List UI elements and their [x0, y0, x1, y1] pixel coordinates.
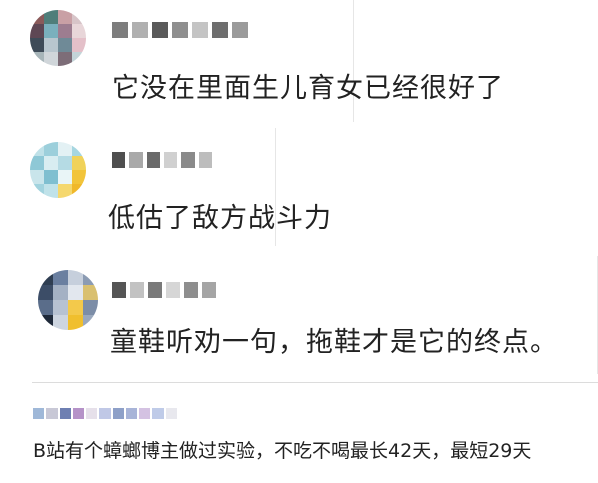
avatar-pixel	[72, 142, 86, 156]
comment-text: 它没在里面生儿育女已经很好了	[112, 73, 504, 104]
username-pixel	[202, 282, 216, 298]
username-pixel	[139, 408, 151, 419]
username-pixel	[164, 152, 178, 168]
avatar-pixel	[72, 170, 86, 184]
avatar-pixel	[58, 52, 72, 66]
avatar-pixel	[30, 52, 44, 66]
avatar-pixel	[72, 24, 86, 38]
avatar-pixel	[38, 300, 53, 315]
username-pixel	[112, 152, 126, 168]
avatar-pixel	[68, 315, 83, 330]
avatar-pixel	[83, 315, 98, 330]
comment-text: 童鞋听劝一句，拖鞋才是它的终点。	[110, 327, 558, 358]
username-pixel	[59, 408, 71, 419]
avatar-pixel	[44, 184, 58, 198]
avatar-pixel	[53, 270, 68, 285]
username-pixel	[86, 408, 98, 419]
user-avatar[interactable]	[30, 142, 86, 198]
avatar-pixel	[83, 300, 98, 315]
avatar-pixel	[30, 184, 44, 198]
username-pixel	[125, 408, 138, 419]
avatar-pixel	[38, 270, 53, 285]
avatar-pixel	[83, 285, 98, 300]
username-mosaic[interactable]	[110, 22, 250, 38]
avatar-pixel	[68, 285, 83, 300]
username-pixel	[232, 22, 248, 38]
comment-screenshot: 它没在里面生儿育女已经很好了 低估了敌方战斗力 童鞋听劝一句，拖鞋才是它的终点。…	[0, 0, 598, 483]
username-mosaic[interactable]	[110, 282, 218, 298]
user-avatar[interactable]	[38, 270, 98, 330]
username-pixel	[152, 408, 164, 419]
username-pixel	[112, 22, 128, 38]
username-pixel	[129, 152, 143, 168]
username-pixel	[192, 22, 208, 38]
avatar-pixel	[44, 156, 58, 170]
username-pixel	[72, 408, 85, 419]
username-pixel	[184, 282, 198, 298]
username-pixel	[172, 22, 188, 38]
avatar-pixel	[44, 52, 58, 66]
divider	[32, 382, 598, 383]
username-pixel	[148, 282, 162, 298]
comment-text: 低估了敌方战斗力	[108, 203, 332, 234]
avatar-pixel	[72, 38, 86, 52]
username-pixel	[99, 408, 111, 419]
username-mosaic[interactable]	[32, 408, 178, 419]
avatar-pixel	[30, 142, 44, 156]
avatar-pixel	[58, 10, 72, 24]
avatar-pixel	[53, 300, 68, 315]
user-avatar[interactable]	[30, 10, 86, 66]
username-pixel	[112, 282, 126, 298]
username-pixel	[152, 22, 168, 38]
avatar-pixel	[58, 184, 72, 198]
avatar-pixel	[58, 156, 72, 170]
avatar-pixel	[72, 10, 86, 24]
avatar-pixel	[68, 300, 83, 315]
avatar-pixel	[72, 156, 86, 170]
username-pixel	[130, 282, 144, 298]
avatar-pixel	[44, 38, 58, 52]
avatar-pixel	[44, 10, 58, 24]
avatar-pixel	[58, 142, 72, 156]
avatar-pixel	[72, 52, 86, 66]
avatar-pixel	[53, 315, 68, 330]
avatar-pixel	[58, 24, 72, 38]
avatar-pixel	[44, 170, 58, 184]
username-pixel	[181, 152, 195, 168]
avatar-pixel	[44, 24, 58, 38]
avatar-pixel	[83, 270, 98, 285]
avatar-pixel	[30, 38, 44, 52]
avatar-pixel	[30, 24, 44, 38]
avatar-pixel	[68, 270, 83, 285]
username-pixel	[212, 22, 228, 38]
avatar-pixel	[72, 184, 86, 198]
username-pixel	[165, 408, 177, 419]
avatar-pixel	[44, 142, 58, 156]
username-pixel	[46, 408, 58, 419]
username-pixel	[146, 152, 160, 168]
avatar-pixel	[53, 285, 68, 300]
username-pixel	[132, 22, 148, 38]
username-pixel	[33, 408, 45, 419]
avatar-pixel	[30, 156, 44, 170]
avatar-pixel	[38, 315, 53, 330]
avatar-pixel	[58, 38, 72, 52]
comment-text: B站有个蟑螂博主做过实验，不吃不喝最长42天，最短29天	[33, 440, 532, 462]
avatar-pixel	[58, 170, 72, 184]
username-pixel	[198, 152, 212, 168]
avatar-pixel	[38, 285, 53, 300]
avatar-pixel	[30, 170, 44, 184]
username-pixel	[112, 408, 124, 419]
username-pixel	[166, 282, 180, 298]
avatar-pixel	[30, 10, 44, 24]
username-mosaic[interactable]	[110, 152, 214, 168]
